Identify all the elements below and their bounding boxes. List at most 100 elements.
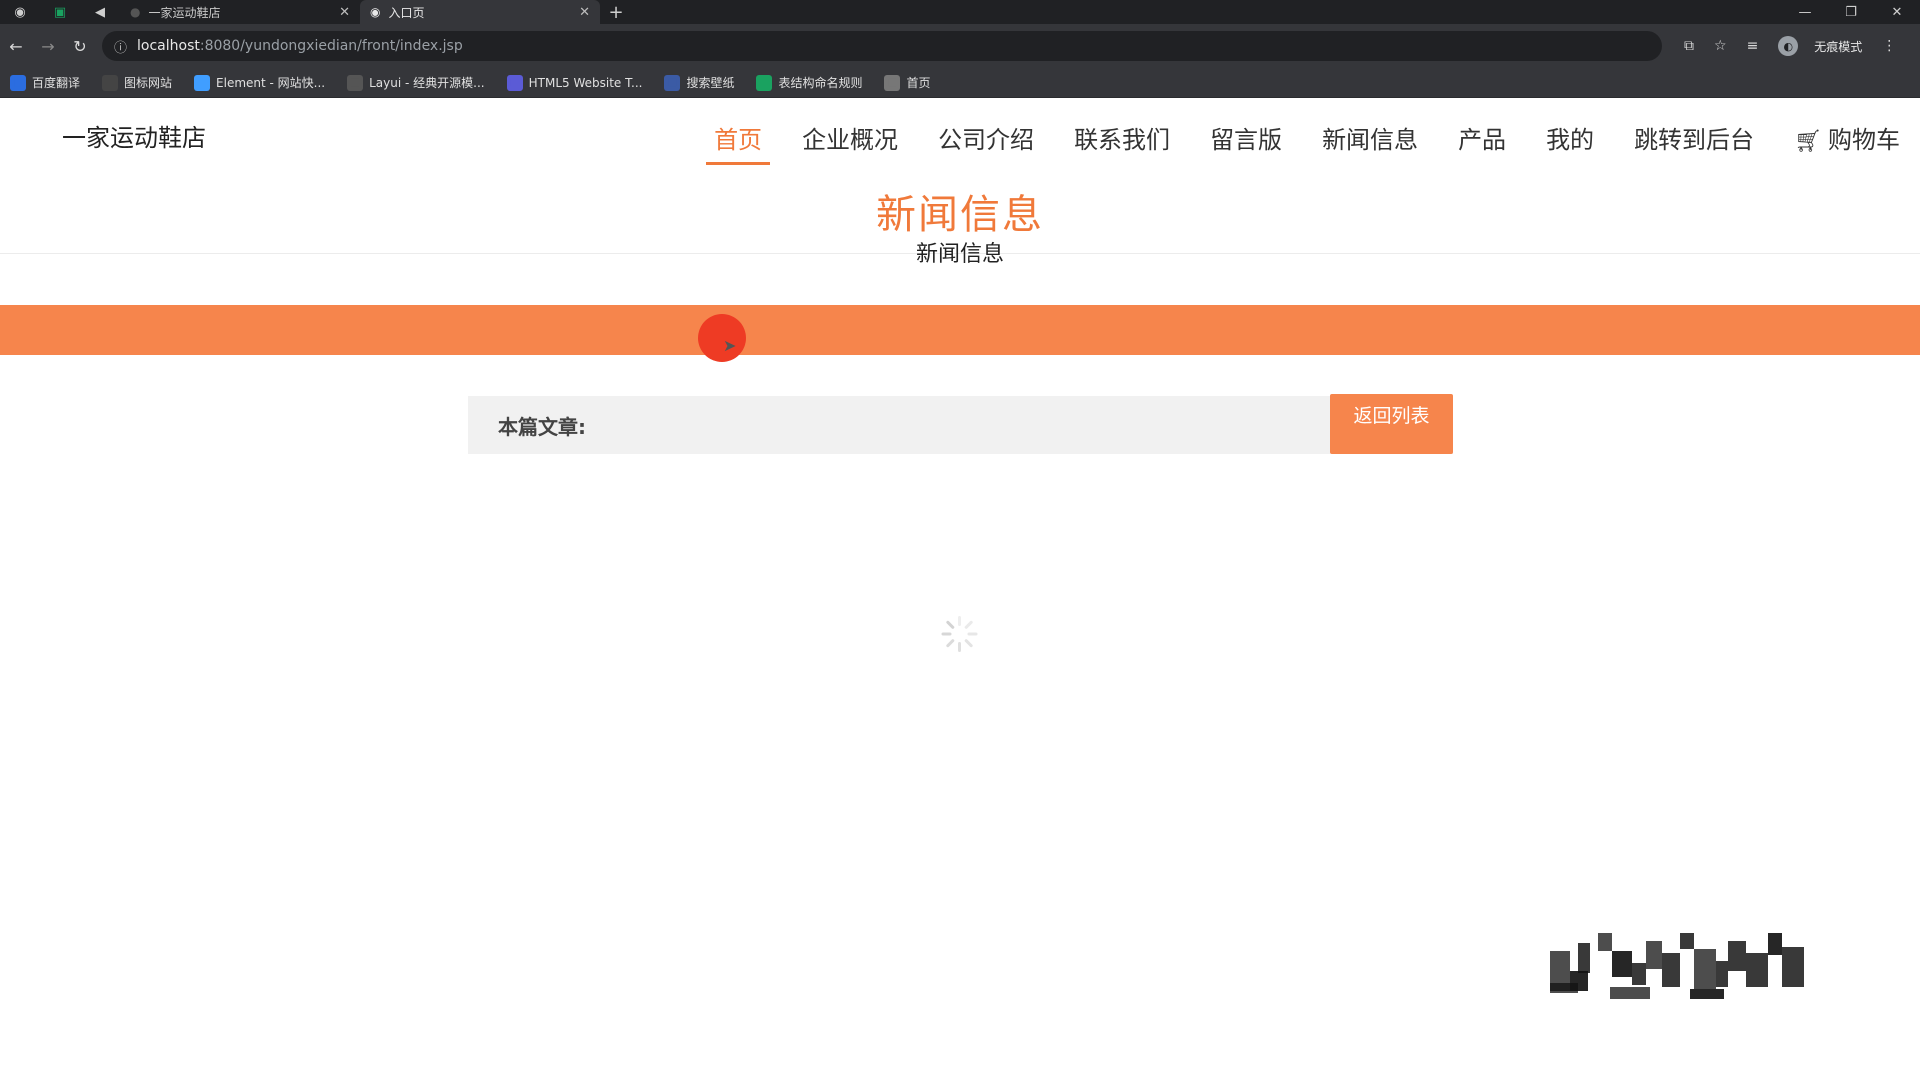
html5-icon: ■ <box>506 74 523 91</box>
nav-item[interactable]: 留言版 <box>1210 120 1282 161</box>
bookmark-label: 搜索壁纸 <box>686 76 735 90</box>
globe-icon[interactable]: ◉ <box>0 0 40 24</box>
watermark-block <box>1610 987 1650 999</box>
tab-title: 入口页 <box>388 5 425 20</box>
bookmark-label: 首页 <box>906 76 931 90</box>
address-bar-actions: ⧉ ☆ ≡ ◐ 无痕模式 ⋮ <box>1674 36 1906 56</box>
watermark-block <box>1728 941 1746 971</box>
window-controls: — ❐ ✕ <box>1782 5 1920 20</box>
minimize-button[interactable]: — <box>1782 5 1828 20</box>
incognito-profile[interactable]: ◐ 无痕模式 <box>1768 36 1872 56</box>
spinner-segment <box>964 638 974 648</box>
bookmark-item[interactable]: ■ 图标网站 <box>102 74 172 91</box>
reload-icon[interactable]: ↻ <box>64 37 96 56</box>
mute-icon[interactable]: ◀ <box>80 0 120 24</box>
close-window-button[interactable]: ✕ <box>1874 5 1920 20</box>
watermark-block <box>1690 989 1724 999</box>
nav-item[interactable]: 联系我们 <box>1074 120 1170 161</box>
menu-icon[interactable]: ⋮ <box>1882 38 1896 54</box>
spinner-segment <box>967 632 978 636</box>
nav-item[interactable]: 首页 <box>706 120 771 165</box>
spinner-segment <box>941 632 952 636</box>
nav-cart[interactable]: 🛒︎ 购物车 <box>1794 120 1900 161</box>
spinner-segment <box>958 642 961 652</box>
watermark-block <box>1680 933 1694 949</box>
bookmark-item[interactable]: ■ 首页 <box>884 74 931 91</box>
spinner-segment <box>945 620 955 630</box>
bookmark-item[interactable]: ■ Element - 网站快... <box>194 74 325 91</box>
tab-close-icon[interactable]: ✕ <box>339 5 350 20</box>
incognito-icon: ◐ <box>1778 36 1799 56</box>
new-tab-button[interactable]: + <box>600 2 632 23</box>
tab-close-icon[interactable]: ✕ <box>579 5 590 20</box>
globe-icon: ■ <box>884 74 901 91</box>
tab-title: 一家运动鞋店 <box>148 5 221 20</box>
nav-item[interactable]: 企业概况 <box>802 120 898 161</box>
spinner-segment <box>945 638 955 648</box>
restore-button[interactable]: ❐ <box>1828 5 1874 20</box>
watermark-block <box>1782 947 1804 987</box>
bookmark-label: 百度翻译 <box>32 76 81 90</box>
tab-shoe-store[interactable]: ● 一家运动鞋店 ✕ <box>120 0 360 24</box>
tab-entry-page[interactable]: ◉ 入口页 ✕ <box>360 0 600 24</box>
forward-arrow-icon[interactable]: → <box>32 37 64 56</box>
translate-icon: ■ <box>10 74 26 91</box>
nav-item[interactable]: 公司介绍 <box>938 120 1034 161</box>
globe-icon: ◉ <box>370 5 381 19</box>
star-icon[interactable]: ☆ <box>1714 38 1727 54</box>
spinner-segment <box>964 620 974 630</box>
watermark-block <box>1578 943 1590 973</box>
watermark-block <box>1550 983 1578 993</box>
sheet-icon[interactable]: ▣ <box>40 0 80 24</box>
watermark-logo <box>1550 933 1812 1003</box>
address-bar: ← → ↻ ⓘ localhost:8080/yundongxiedian/fr… <box>0 24 1920 68</box>
translate-icon[interactable]: ⧉ <box>1684 38 1694 54</box>
page-content: 一家运动鞋店 首页 企业概况 公司介绍 联系我们 留言版 新闻信息 产品 我的 跳转到后台 🛒︎… <box>0 98 1920 1072</box>
watermark-block <box>1646 941 1662 969</box>
loading-spinner-icon <box>941 616 978 652</box>
section-subtitle: 新闻信息 <box>915 242 1004 267</box>
mouse-cursor-icon: ➤ <box>723 336 737 355</box>
wallpaper-icon: ■ <box>664 74 681 91</box>
cursor-highlight <box>698 314 746 362</box>
watermark-block <box>1694 949 1716 989</box>
bookmark-label: 图标网站 <box>124 76 173 90</box>
banner-bar <box>0 305 1920 355</box>
back-arrow-icon[interactable]: ← <box>0 37 32 56</box>
url-input[interactable]: ⓘ localhost:8080/yundongxiedian/front/in… <box>102 31 1662 61</box>
watermark-block <box>1716 961 1728 987</box>
nav-item[interactable]: 我的 <box>1546 120 1594 161</box>
bookmark-item[interactable]: ■ Layui - 经典开源模... <box>347 74 485 91</box>
article-label: 本篇文章: <box>498 414 586 439</box>
url-path: :8080/yundongxiedian/front/index.jsp <box>199 38 463 54</box>
flag-icon: ■ <box>102 74 119 91</box>
info-icon[interactable]: ⓘ <box>114 37 127 56</box>
site-logo[interactable]: 一家运动鞋店 <box>62 118 206 153</box>
bookmark-label: Layui - 经典开源模... <box>369 76 485 90</box>
cart-icon: 🛒︎ <box>1794 129 1822 154</box>
bookmark-item[interactable]: ■ 百度翻译 <box>10 74 80 91</box>
profile-label: 无痕模式 <box>1814 39 1863 54</box>
reading-list-icon[interactable]: ≡ <box>1747 38 1759 54</box>
bookmark-label: Element - 网站快... <box>216 76 326 90</box>
bookmark-item[interactable]: ■ HTML5 Website T... <box>506 74 643 91</box>
watermark-block <box>1768 933 1782 955</box>
back-to-list-button[interactable]: 返回列表 <box>1330 394 1453 454</box>
bookmark-label: 表结构命名规则 <box>778 76 863 90</box>
section-title: 新闻信息 <box>876 192 1044 238</box>
nav-item[interactable]: 产品 <box>1458 120 1506 161</box>
main-nav: 首页 企业概况 公司介绍 联系我们 留言版 新闻信息 产品 我的 跳转到后台 🛒︎ 购物车 <box>674 120 1900 165</box>
bookmarks-bar: ■ 百度翻译 ■ 图标网站 ■ Element - 网站快... ■ Layui - 经典开源… <box>0 68 1920 98</box>
bookmark-item[interactable]: ■ 搜索壁纸 <box>664 74 734 91</box>
nav-item[interactable]: 跳转到后台 <box>1634 120 1754 161</box>
nav-item[interactable]: 新闻信息 <box>1322 120 1418 161</box>
article-info-bar: 本篇文章: 返回列表 <box>468 394 1453 454</box>
bookmark-item[interactable]: ■ 表结构命名规则 <box>756 74 862 91</box>
url-host: localhost <box>137 38 200 54</box>
tab-favicon-icon: ● <box>130 5 141 19</box>
bookmark-label: HTML5 Website T... <box>528 75 643 90</box>
watermark-block <box>1746 953 1768 987</box>
watermark-block <box>1612 951 1632 977</box>
watermark-block <box>1632 963 1646 985</box>
browser-tab-bar: ◉ ▣ ◀ ● 一家运动鞋店 ✕ ◉ 入口页 ✕ + — ❐ ✕ <box>0 0 1920 24</box>
